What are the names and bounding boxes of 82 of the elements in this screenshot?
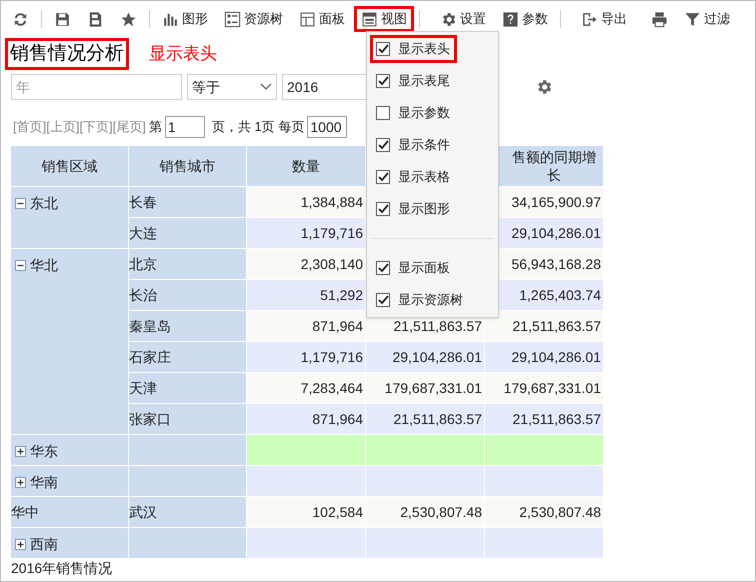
checkbox[interactable] — [376, 170, 390, 184]
toolbar-button[interactable]: 资源树 — [217, 6, 290, 32]
table-cell: 武汉 — [129, 497, 246, 527]
chevron-down-icon — [260, 83, 272, 91]
pager-label: 页，共 1页 每页 — [212, 118, 304, 136]
checkbox[interactable] — [376, 293, 390, 307]
menu-item[interactable]: 显示条件 — [367, 129, 498, 161]
table-cell: 21,511,863.57 — [485, 404, 603, 434]
menu-item[interactable]: 显示参数 — [367, 97, 498, 129]
report-title: 销售情况分析 — [5, 38, 129, 70]
table-cell: 21,511,863.57 — [366, 404, 484, 434]
table-cell: 2,530,807.48 — [366, 497, 484, 527]
table-footer: 2016年销售情况 — [11, 558, 112, 579]
column-header: 售额的同期增长 — [511, 148, 597, 184]
column-header: 数量 — [292, 157, 320, 175]
toolbar-button[interactable]: 导出 — [574, 6, 634, 32]
expand-toggle[interactable] — [15, 539, 26, 550]
collapse-toggle[interactable] — [15, 198, 26, 209]
table-cell: 北京 — [129, 249, 246, 279]
per-page-input[interactable]: 1000 — [307, 116, 348, 138]
toolbar-button[interactable]: 设置 — [433, 6, 493, 32]
table-cell: 7,283,464 — [247, 373, 365, 403]
table-cell: 1,384,884 — [247, 187, 365, 217]
checkbox[interactable] — [376, 202, 390, 216]
table-cell: 秦皇岛 — [129, 311, 246, 341]
table-cell: 871,964 — [247, 404, 365, 434]
table-cell: 871,964 — [247, 311, 365, 341]
table-cell: 天津 — [129, 373, 246, 403]
export-icon — [581, 10, 598, 28]
toolbar-button[interactable]: 过滤 — [677, 6, 737, 32]
table-cell: 石家庄 — [129, 342, 246, 372]
table-cell: 29,104,286.01 — [485, 342, 603, 372]
region-name: 东北 — [30, 194, 58, 213]
table-cell: 长治 — [129, 280, 246, 310]
expand-toggle[interactable] — [15, 477, 26, 488]
page-input[interactable]: 1 — [164, 116, 205, 138]
menu-item[interactable]: 显示表头 — [367, 33, 498, 65]
pager-links[interactable]: [首页][上页][下页][尾页] — [13, 117, 146, 137]
funnel-icon — [684, 10, 701, 28]
window-icon — [361, 10, 378, 28]
expand-toggle[interactable] — [15, 446, 26, 457]
plus-icon — [16, 447, 25, 456]
region-name: 华北 — [30, 256, 58, 275]
plus-icon — [16, 540, 25, 549]
toolbar-button[interactable]: 面板 — [292, 6, 352, 32]
region-name: 西南 — [30, 535, 58, 554]
table-cell: 21,511,863.57 — [485, 311, 603, 341]
table-cell: 张家口 — [129, 404, 246, 434]
column-header: 销售城市 — [160, 157, 216, 175]
layout-icon — [299, 10, 316, 28]
column-header: 销售区域 — [42, 157, 98, 175]
checkbox[interactable] — [376, 106, 390, 120]
table-cell: 2,308,140 — [247, 249, 365, 279]
annotation-label: 显示表头 — [149, 43, 217, 66]
table-cell: 102,584 — [247, 497, 365, 527]
table-cell: 179,687,331.01 — [366, 373, 484, 403]
gear-icon — [440, 10, 457, 28]
table-cell: 大连 — [129, 218, 246, 248]
table-cell: 51,292 — [247, 280, 365, 310]
table-cell: 1,179,716 — [247, 218, 365, 248]
checkbox[interactable] — [376, 74, 390, 88]
toolbar-button[interactable]: 图形 — [155, 6, 215, 32]
field-input[interactable]: 年 — [11, 74, 182, 100]
table-cell: 1,179,716 — [247, 342, 365, 372]
question-icon — [502, 10, 519, 28]
checkbox[interactable] — [376, 138, 390, 152]
list-icon — [224, 10, 241, 28]
highlight-frame: 显示表头 — [370, 35, 457, 63]
region-name: 华南 — [30, 473, 58, 492]
table-cell: 29,104,286.01 — [366, 342, 484, 372]
operator-select[interactable]: 等于 — [187, 74, 277, 100]
plus-icon — [16, 478, 25, 487]
pager-label: 第 — [148, 118, 162, 136]
table-cell: 2,530,807.48 — [485, 497, 603, 527]
region-name: 华中 — [11, 502, 39, 522]
region-name: 华东 — [30, 442, 58, 461]
checkbox[interactable] — [376, 261, 390, 275]
checkbox[interactable] — [376, 42, 390, 56]
collapse-toggle[interactable] — [15, 260, 26, 271]
table-cell: 长春 — [129, 187, 246, 217]
table-cell: 179,687,331.01 — [485, 373, 603, 403]
toolbar-button[interactable]: 参数 — [495, 6, 555, 32]
